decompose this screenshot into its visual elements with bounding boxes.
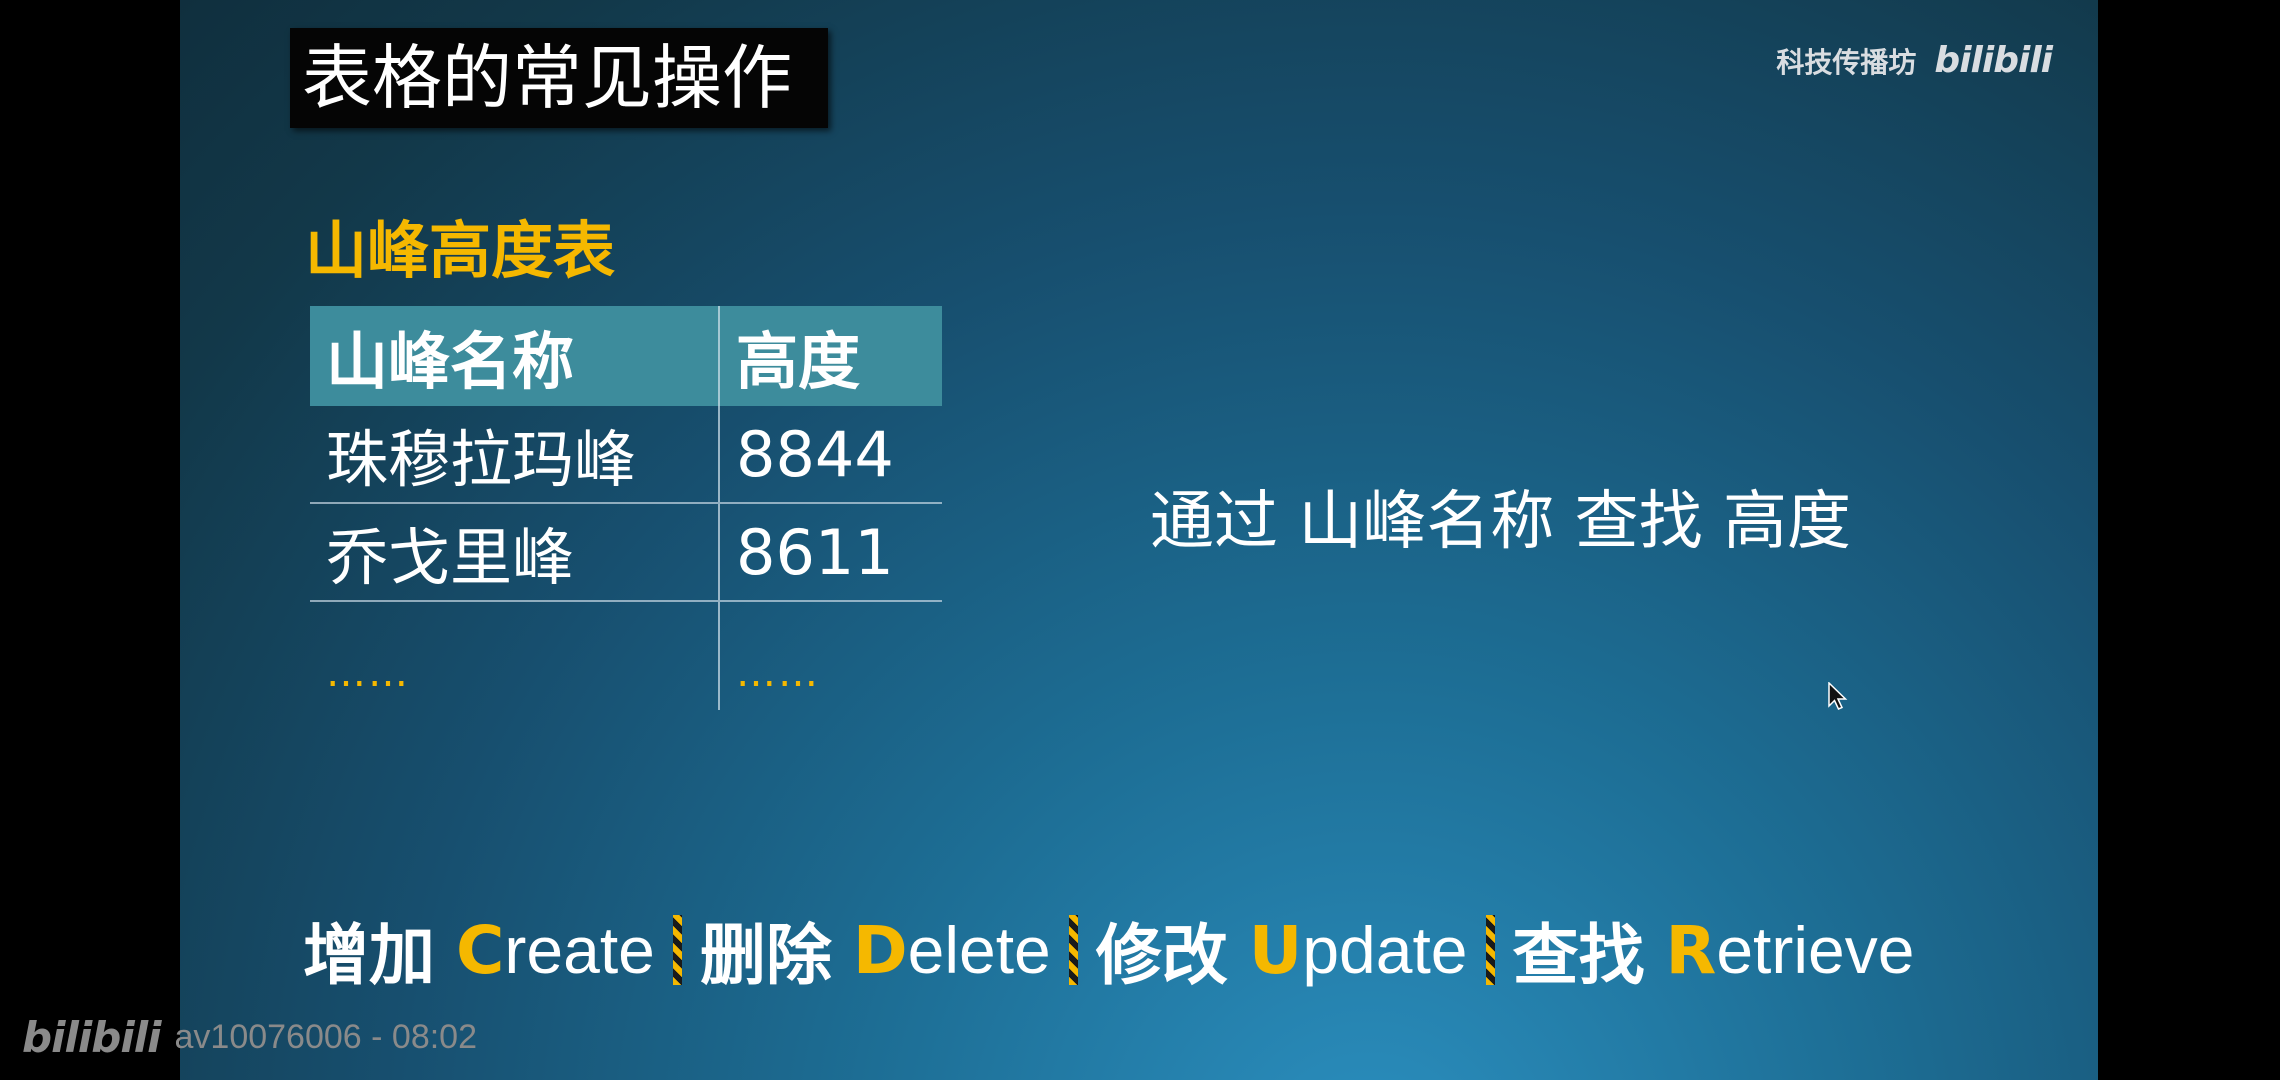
table-row: 乔戈里峰 8611 [310, 504, 942, 602]
crud-retrieve-zh: 查找 [1512, 917, 1645, 994]
header-cell-height: 高度 [736, 325, 861, 398]
crud-delete-word: elete [907, 913, 1051, 987]
channel-watermark: 科技传播坊 bilibili [1776, 40, 2053, 81]
crud-create-letter: C [455, 911, 505, 989]
crud-operations: 增加 Create 删除 Delete 修改 Update 查找 Retriev… [303, 902, 1914, 998]
cell-ellipsis: …… [736, 650, 820, 696]
crud-update-letter: U [1248, 911, 1303, 989]
table-title: 山峰高度表 [305, 214, 616, 287]
cell-name: 珠穆拉玛峰 [310, 406, 720, 502]
video-frame[interactable]: 表格的常见操作 科技传播坊 bilibili 山峰高度表 山峰名称 高度 珠穆拉… [180, 0, 2098, 1080]
crud-separator [672, 915, 682, 985]
video-id-timestamp: av10076006 - 08:02 [174, 1018, 477, 1056]
crud-retrieve-letter: R [1665, 911, 1717, 989]
crud-update-word: pdate [1302, 913, 1468, 987]
player-watermark: bilibili av10076006 - 08:02 [22, 1013, 477, 1062]
table-row: 珠穆拉玛峰 8844 [310, 406, 942, 504]
slide-title: 表格的常见操作 [290, 28, 828, 128]
crud-update-zh: 修改 [1095, 917, 1228, 994]
crud-create-word: reate [504, 913, 655, 987]
query-text: 通过 山峰名称 查找 高度 [1150, 485, 1852, 559]
cell-height: 8611 [736, 515, 894, 589]
crud-separator [1068, 915, 1078, 985]
crud-create-zh: 增加 [303, 917, 435, 994]
channel-name: 科技传播坊 [1776, 45, 1917, 79]
mountain-table: 山峰名称 高度 珠穆拉玛峰 8844 乔戈里峰 8611 …… …… [310, 306, 942, 710]
mouse-cursor-icon [1828, 682, 1848, 710]
bilibili-logo: bilibili [22, 1013, 162, 1062]
crud-delete-letter: D [852, 911, 908, 989]
bilibili-logo: bilibili [1934, 40, 2053, 81]
cell-height: 8844 [736, 417, 894, 491]
header-cell-name: 山峰名称 [310, 306, 720, 406]
cell-ellipsis: …… [310, 602, 720, 710]
crud-separator [1485, 915, 1495, 985]
cell-name: 乔戈里峰 [310, 504, 720, 600]
table-header: 山峰名称 高度 [310, 306, 942, 406]
table-row: …… …… [310, 602, 942, 710]
crud-retrieve-word: etrieve [1716, 913, 1915, 987]
crud-delete-zh: 删除 [699, 917, 832, 994]
